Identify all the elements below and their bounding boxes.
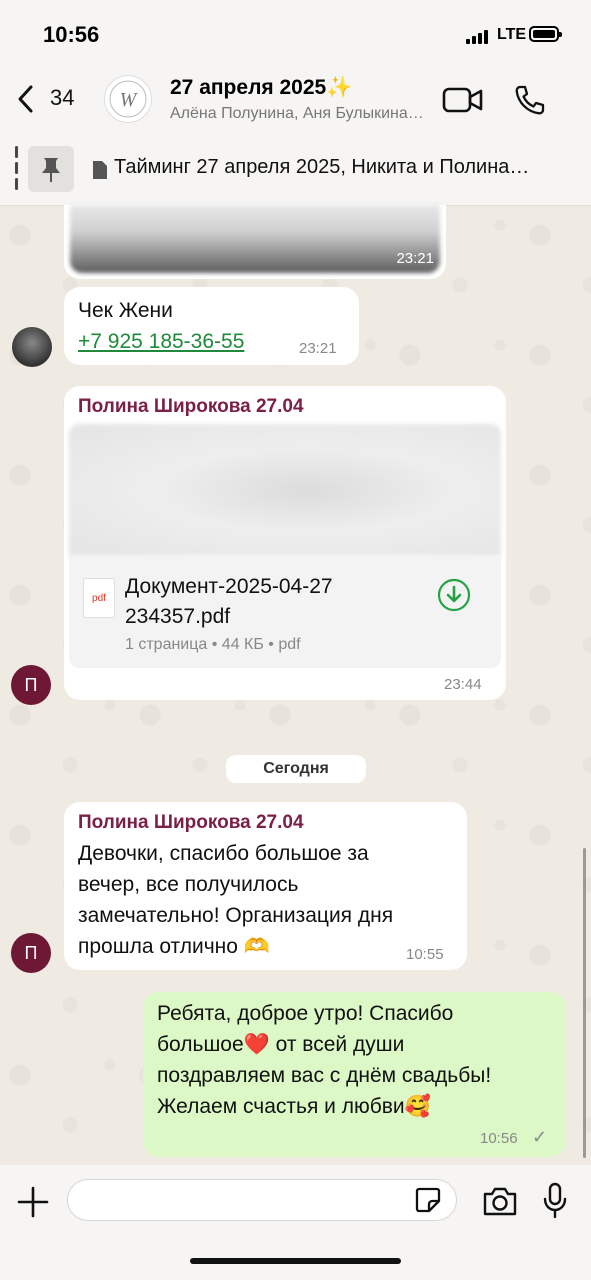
message-time: 23:21 — [299, 340, 337, 357]
camera-button[interactable] — [481, 1183, 519, 1219]
back-button[interactable]: 34 — [16, 82, 86, 118]
message-text: Девочки, спасибо большое за вечер, все п… — [78, 842, 394, 958]
home-indicator — [190, 1258, 401, 1264]
message-time: 23:44 — [444, 676, 482, 693]
battery-icon — [529, 26, 562, 42]
network-type: LTE — [497, 26, 527, 43]
sender-name[interactable]: Полина Широкова 27.04 — [78, 812, 304, 834]
document-meta: 1 страница • 44 КБ • pdf — [125, 636, 301, 653]
svg-text:W: W — [120, 89, 139, 111]
pinned-message-text: Тайминг 27 апреля 2025, Никита и Полина… — [114, 156, 530, 178]
download-button[interactable] — [437, 578, 471, 612]
sender-avatar[interactable] — [12, 327, 52, 367]
sender-name[interactable]: Полина Широкова 27.04 — [78, 396, 304, 418]
sender-avatar[interactable]: П — [11, 933, 51, 973]
text-message[interactable]: Чек Жени +7 925 185-36-55 23:21 — [64, 287, 359, 365]
unread-count: 34 — [50, 85, 75, 110]
chat-header: 34 W 27 апреля 2025✨ Алёна Полунина, Аня… — [0, 70, 591, 132]
signal-icon — [466, 30, 490, 44]
video-call-button[interactable] — [442, 84, 484, 116]
scrollbar[interactable] — [583, 848, 586, 1158]
camera-icon — [483, 1187, 517, 1216]
microphone-button[interactable] — [542, 1181, 568, 1221]
monogram-logo-icon: W — [109, 80, 147, 118]
read-check-icon: ✓ — [532, 1127, 548, 1147]
phone-link[interactable]: +7 925 185-36-55 — [78, 326, 244, 357]
video-camera-icon — [442, 87, 483, 113]
document-card[interactable]: pdf Документ-2025-04-27 234357.pdf 1 стр… — [69, 556, 501, 668]
message-time: 23:21 — [396, 250, 434, 267]
blurred-image — [70, 205, 440, 273]
download-icon — [437, 578, 471, 612]
pinned-indicator — [15, 146, 18, 192]
document-name: Документ-2025-04-27 234357.pdf — [125, 575, 333, 628]
phone-icon — [515, 85, 545, 115]
outgoing-message[interactable]: Ребята, доброе утро! Спасибо большое❤️ о… — [143, 992, 566, 1157]
text-message[interactable]: Полина Широкова 27.04 Девочки, спасибо б… — [64, 802, 467, 970]
chevron-left-icon — [18, 85, 33, 113]
composer-bar — [0, 1165, 591, 1280]
status-time: 10:56 — [43, 22, 100, 47]
message-time: 10:55 — [406, 946, 444, 963]
sender-avatar[interactable]: П — [11, 665, 51, 705]
pinned-message-bar[interactable]: Тайминг 27 апреля 2025, Никита и Полина… — [0, 132, 591, 206]
sticker-icon — [415, 1187, 441, 1213]
image-message[interactable]: 23:21 — [64, 205, 446, 279]
chat-title[interactable]: 27 апреля 2025✨ — [170, 76, 352, 100]
pdf-file-icon: pdf — [83, 578, 115, 618]
pin-icon-box — [28, 146, 74, 192]
document-message[interactable]: Полина Широкова 27.04 pdf Документ-2025-… — [64, 386, 506, 700]
document-icon — [93, 161, 107, 179]
message-text: Ребята, доброе утро! Спасибо большое❤️ о… — [157, 1002, 492, 1118]
message-text: Чек Жени — [78, 299, 173, 322]
attach-button[interactable] — [16, 1185, 50, 1219]
status-bar: 10:56 LTE — [0, 0, 591, 70]
message-input[interactable] — [67, 1179, 457, 1221]
pin-icon — [42, 158, 60, 182]
plus-icon — [17, 1186, 49, 1218]
document-preview[interactable] — [69, 424, 501, 556]
chat-participants[interactable]: Алёна Полунина, Аня Булыкина… — [170, 105, 435, 123]
sticker-button[interactable] — [414, 1186, 442, 1214]
microphone-icon — [543, 1182, 567, 1219]
message-time: 10:56 — [480, 1130, 518, 1147]
group-avatar[interactable]: W — [104, 75, 152, 123]
voice-call-button[interactable] — [514, 84, 546, 116]
date-divider: Сегодня — [226, 755, 366, 783]
